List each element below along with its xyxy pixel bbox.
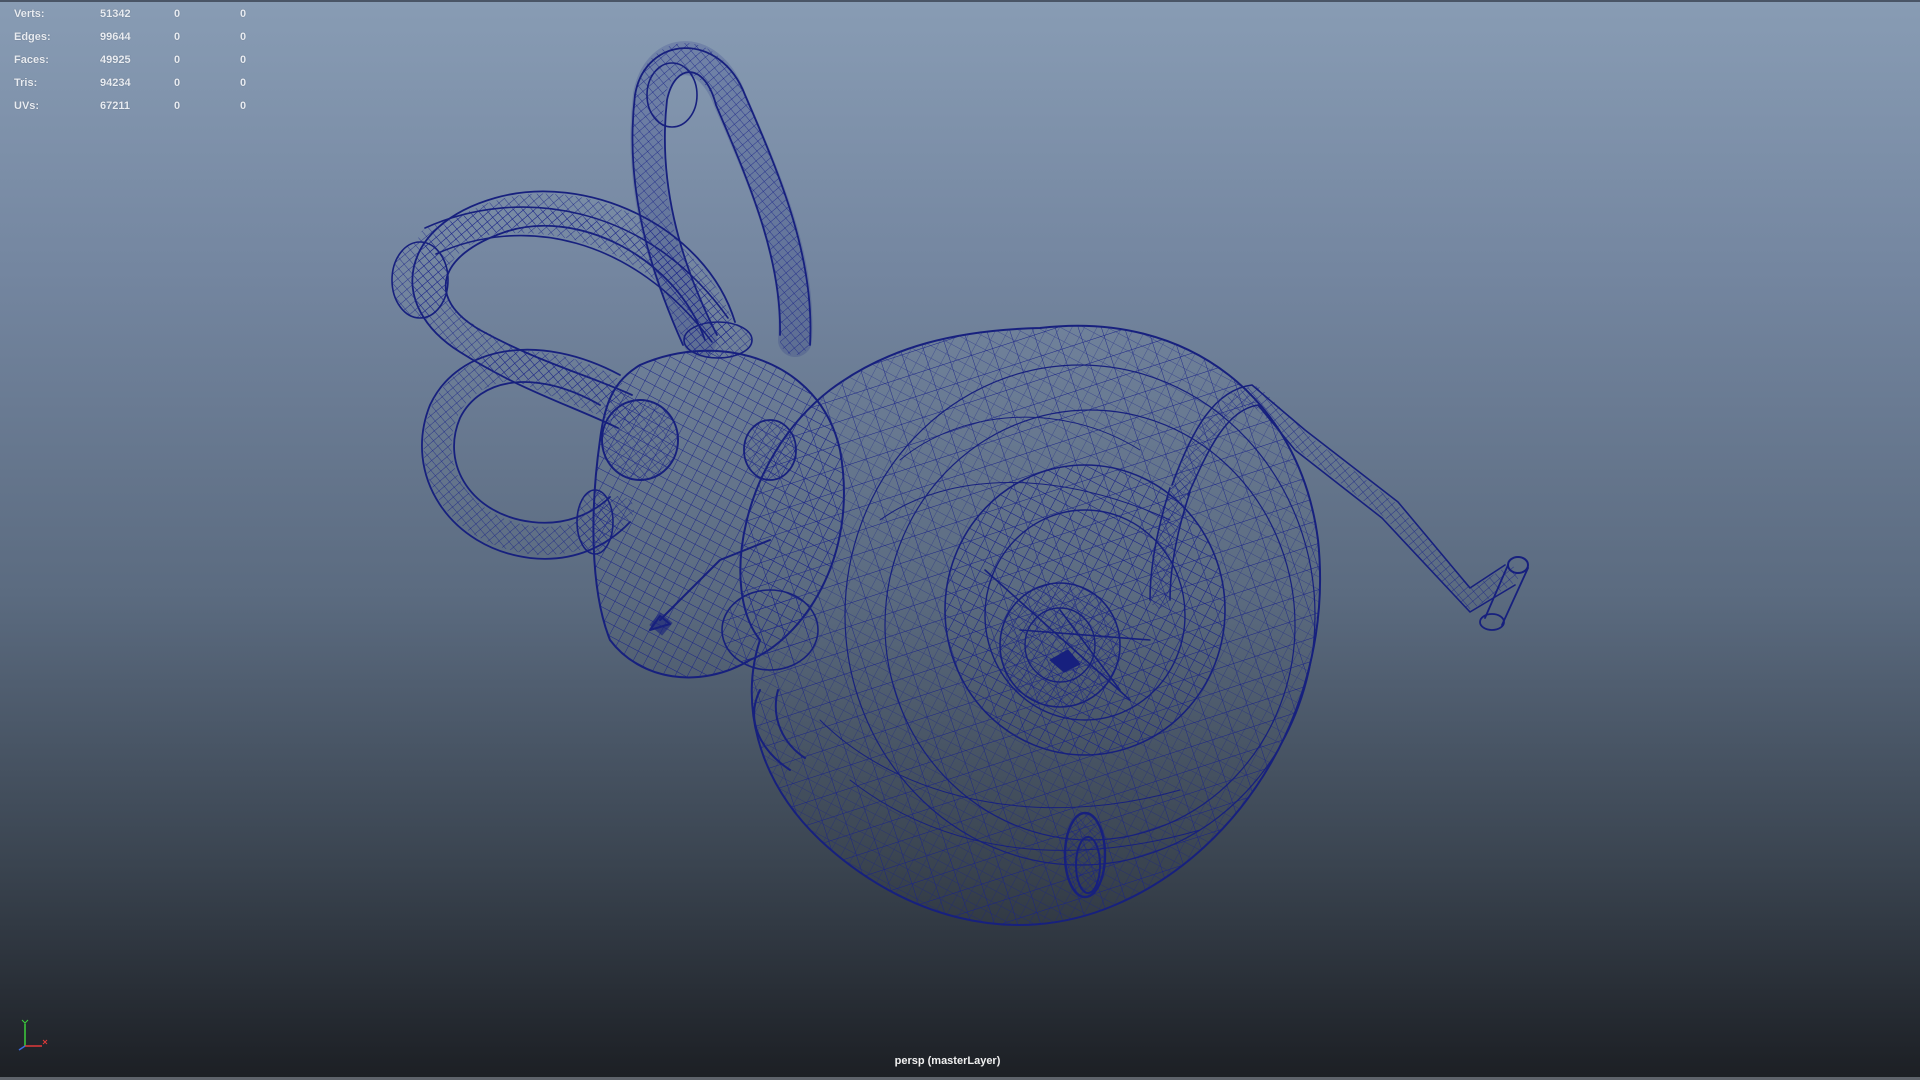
hud-label: Tris:: [14, 76, 38, 89]
hud-selected-value: 0: [174, 30, 181, 43]
hud-label: Verts:: [14, 7, 45, 20]
viewport-persp[interactable]: Verts: 51342 0 0 Edges: 99644 0 0 Faces:…: [0, 0, 1920, 1080]
hud-value: 67211: [100, 99, 130, 112]
axis-z-line: [18, 1045, 26, 1051]
hud-label: UVs:: [14, 99, 40, 112]
camera-name-label: persp (masterLayer): [894, 1055, 1001, 1067]
inner-ear-mesh: [392, 48, 1528, 925]
hud-component-value: 0: [240, 76, 247, 89]
hud-row-uvs: UVs: 67211 0 0: [14, 94, 280, 117]
xyz-axis-icon: [18, 1019, 48, 1051]
hud-selected-value: 0: [174, 53, 181, 66]
hud-value: 51342: [100, 7, 131, 20]
heads-up-display-poly-count: Verts: 51342 0 0 Edges: 99644 0 0 Faces:…: [14, 2, 280, 117]
hud-value: 99644: [100, 30, 131, 43]
hud-label: Faces:: [14, 53, 49, 66]
axis-x-glyph: [42, 1039, 48, 1045]
hud-selected-value: 0: [174, 99, 181, 112]
axis-y-glyph: [21, 1019, 29, 1025]
hud-component-value: 0: [240, 7, 247, 20]
hud-component-value: 0: [240, 30, 247, 43]
hud-row-verts: Verts: 51342 0 0: [14, 2, 280, 25]
hud-row-tris: Tris: 94234 0 0: [14, 71, 280, 94]
hud-selected-value: 0: [174, 76, 181, 89]
hud-value: 94234: [100, 76, 131, 89]
hud-component-value: 0: [240, 99, 247, 112]
hud-value: 49925: [100, 53, 131, 66]
hud-row-faces: Faces: 49925 0 0: [14, 48, 280, 71]
hud-row-edges: Edges: 99644 0 0: [14, 25, 280, 48]
hud-label: Edges:: [14, 30, 51, 43]
hud-component-value: 0: [240, 53, 247, 66]
wireframe-model[interactable]: [0, 0, 1920, 1080]
hud-selected-value: 0: [174, 7, 181, 20]
